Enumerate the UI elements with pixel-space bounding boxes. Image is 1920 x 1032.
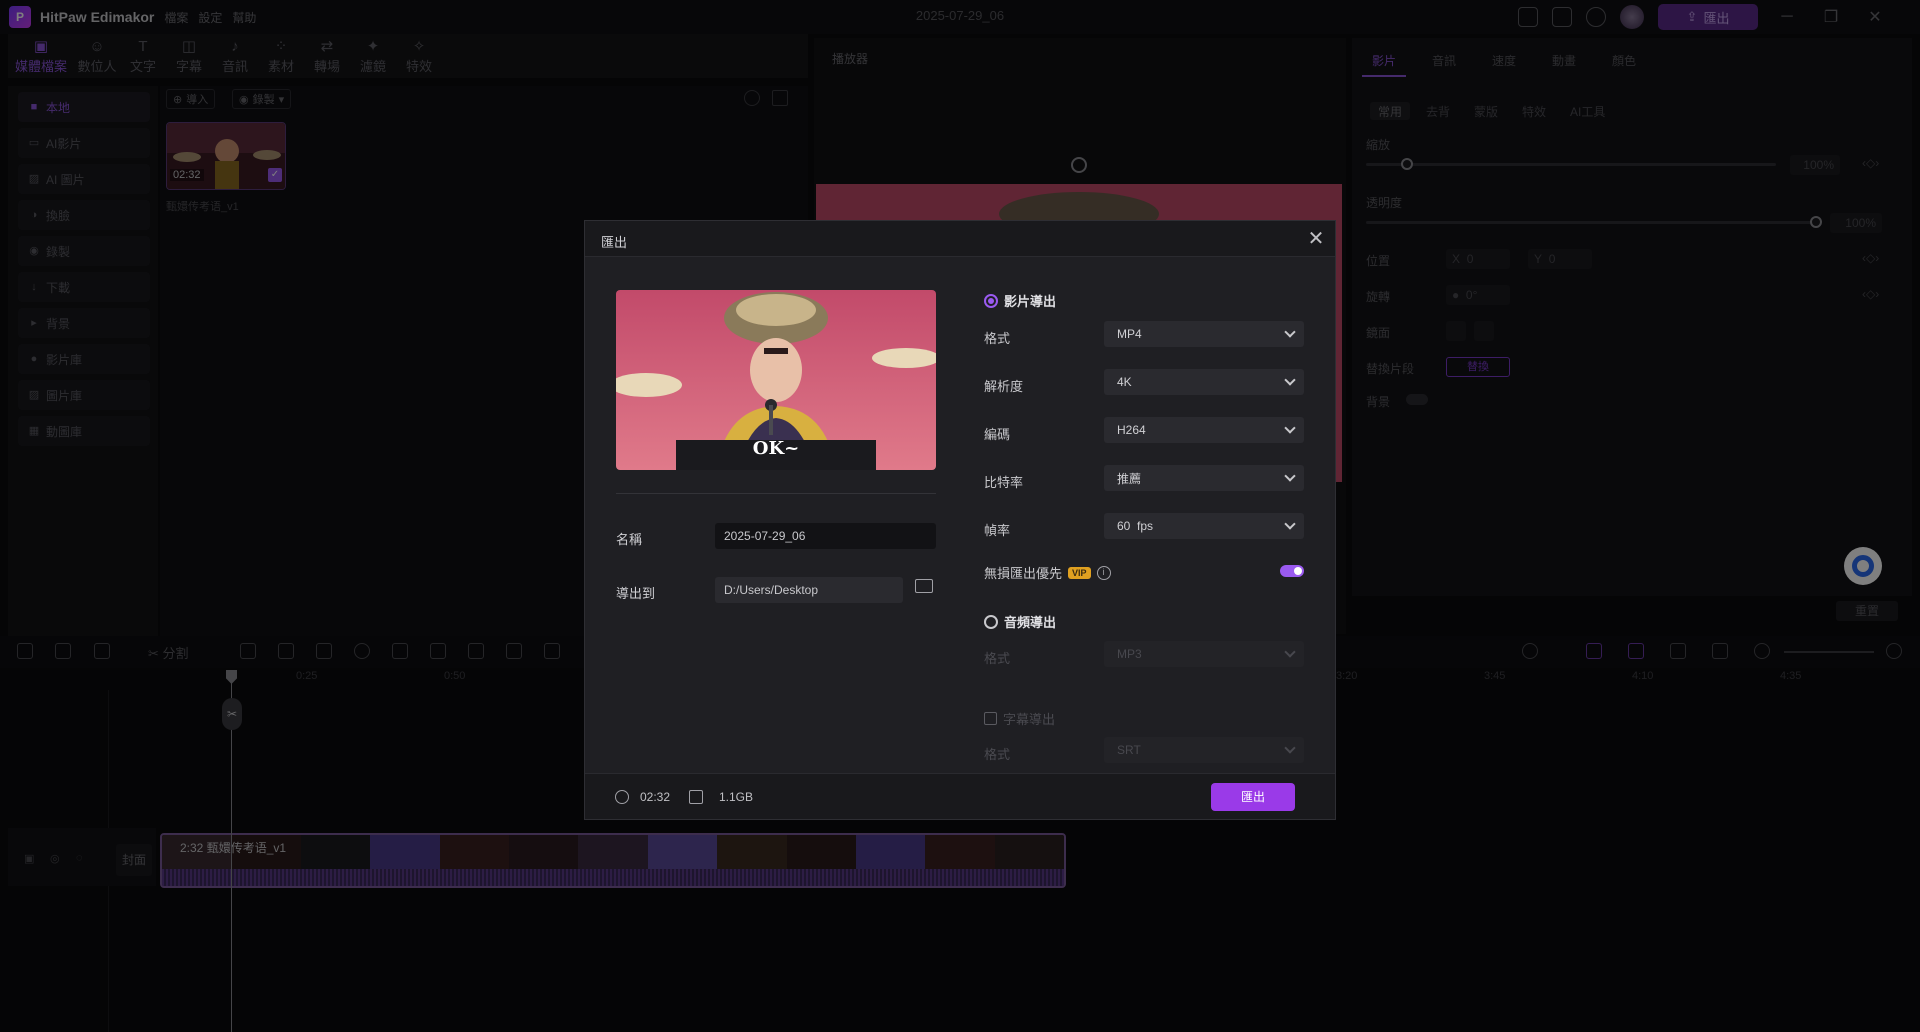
folder-icon[interactable] — [915, 579, 933, 593]
divider — [616, 493, 936, 494]
clock-icon — [615, 790, 629, 804]
chevron-down-icon — [1284, 470, 1296, 482]
subtitle-format-value: SRT — [1117, 743, 1141, 757]
audio-format-value: MP3 — [1117, 647, 1142, 661]
lossless-row: 無損匯出優先 VIP i — [984, 563, 1111, 582]
resolution-value: 4K — [1117, 375, 1132, 389]
chevron-down-icon — [1284, 422, 1296, 434]
bitrate-value: 推薦 — [1117, 471, 1142, 486]
subtitle-export-checkbox[interactable] — [984, 712, 997, 725]
name-input[interactable]: 2025-07-29_06 — [715, 523, 936, 549]
export-dialog: 匯出 ✕ OK~ 名稱 2025-07-29_06 導出到 D:/Users/D… — [584, 220, 1336, 820]
codec-select[interactable]: H264 — [1104, 417, 1304, 443]
export-button[interactable]: 匯出 — [1211, 783, 1295, 811]
name-label: 名稱 — [616, 532, 643, 547]
lossless-toggle[interactable] — [1280, 565, 1304, 577]
export-duration: 02:32 — [640, 790, 671, 804]
codec-label: 編碼 — [984, 427, 1011, 442]
chevron-down-icon — [1284, 742, 1296, 754]
audio-export-option[interactable]: 音頻導出 — [984, 612, 1056, 631]
format-label: 格式 — [984, 331, 1011, 346]
lossless-label: 無損匯出優先 — [984, 566, 1063, 581]
chevron-down-icon — [1284, 518, 1296, 530]
framerate-select[interactable]: 60 fps — [1104, 513, 1304, 539]
video-export-radio[interactable] — [984, 293, 998, 308]
export-to-label: 導出到 — [616, 586, 656, 601]
export-preview: OK~ — [616, 290, 936, 470]
subtitle-format-label: 格式 — [984, 747, 1011, 762]
format-value: MP4 — [1117, 327, 1142, 341]
subtitle-export-option[interactable]: 字幕導出 — [984, 709, 1055, 728]
audio-export-label: 音頻導出 — [1004, 615, 1057, 630]
framerate-value: 60 fps — [1117, 519, 1154, 533]
close-icon[interactable]: ✕ — [1305, 226, 1327, 251]
preview-caption: OK~ — [752, 438, 800, 459]
resolution-select[interactable]: 4K — [1104, 369, 1304, 395]
resolution-label: 解析度 — [984, 379, 1024, 394]
framerate-label: 幀率 — [984, 523, 1011, 538]
format-select[interactable]: MP4 — [1104, 321, 1304, 347]
bitrate-label: 比特率 — [984, 475, 1024, 490]
video-export-option[interactable]: 影片導出 — [984, 291, 1056, 310]
dialog-title: 匯出 — [601, 235, 628, 250]
video-export-label: 影片導出 — [1004, 294, 1057, 309]
bitrate-select[interactable]: 推薦 — [1104, 465, 1304, 491]
chevron-down-icon — [1284, 374, 1296, 386]
audio-export-radio[interactable] — [984, 614, 998, 629]
chevron-down-icon — [1284, 326, 1296, 338]
chevron-down-icon — [1284, 646, 1296, 658]
codec-value: H264 — [1117, 423, 1146, 437]
audio-format-select[interactable]: MP3 — [1104, 641, 1304, 667]
subtitle-format-select[interactable]: SRT — [1104, 737, 1304, 763]
dialog-header: 匯出 ✕ — [585, 221, 1335, 257]
export-path-input[interactable]: D:/Users/Desktop — [715, 577, 903, 603]
audio-format-label: 格式 — [984, 651, 1011, 666]
info-icon[interactable]: i — [1096, 565, 1111, 580]
save-icon — [689, 790, 703, 804]
vip-badge: VIP — [1068, 566, 1091, 579]
export-size: 1.1GB — [719, 790, 754, 804]
subtitle-export-label: 字幕導出 — [1003, 712, 1056, 727]
